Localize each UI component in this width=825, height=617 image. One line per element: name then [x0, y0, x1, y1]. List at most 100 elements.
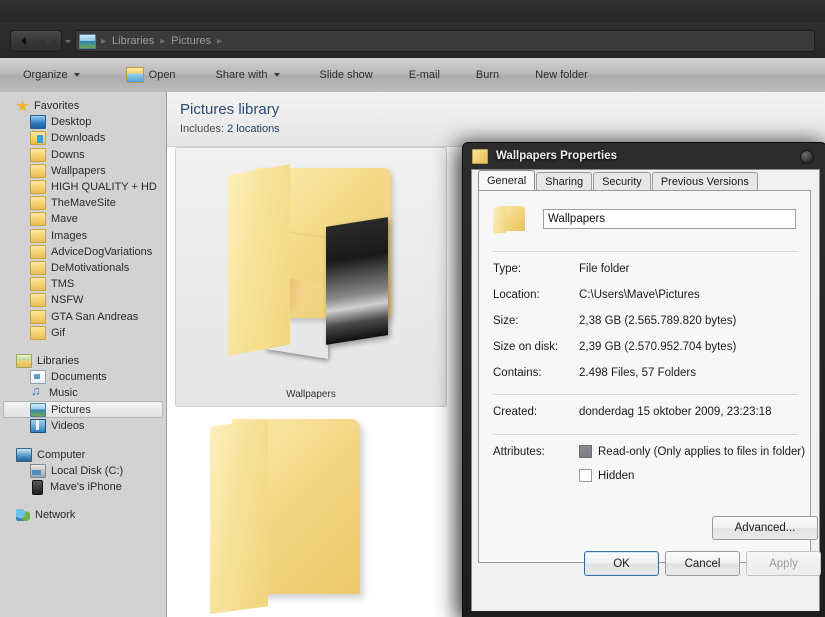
toolbar-open-label: Open: [148, 69, 176, 81]
sidebar-group-libraries[interactable]: Libraries: [0, 353, 166, 369]
toolbar-burn-button[interactable]: Burn: [467, 63, 508, 87]
sidebar-item-maves-iphone[interactable]: Mave's iPhone: [0, 479, 166, 495]
folder-front: [228, 164, 290, 356]
ok-button[interactable]: OK: [584, 551, 659, 576]
toolbar-slide-show-label: Slide show: [319, 69, 373, 81]
sidebar-item-high-quality-hd[interactable]: HIGH QUALITY + HD: [0, 179, 166, 195]
apply-button[interactable]: Apply: [746, 551, 821, 576]
ok-button-label: OK: [613, 557, 630, 570]
property-value: 2,39 GB (2.570.952.704 bytes): [579, 341, 737, 353]
folder-icon: [30, 325, 46, 340]
folder-name-input[interactable]: [543, 209, 796, 229]
tab-sharing-label: Sharing: [545, 176, 584, 188]
nav-buttons-group[interactable]: [10, 30, 62, 52]
property-key: Location:: [493, 289, 540, 301]
sidebar-group-network[interactable]: Network: [0, 507, 166, 523]
open-folder-icon: [125, 67, 144, 83]
cancel-button[interactable]: Cancel: [665, 551, 740, 576]
chevron-down-icon: [273, 73, 280, 77]
cancel-button-label: Cancel: [684, 557, 721, 570]
back-icon[interactable]: [21, 37, 26, 45]
sidebar-item-downloads[interactable]: Downloads: [0, 130, 166, 146]
toolbar-new-folder-button[interactable]: New folder: [526, 63, 597, 87]
hidden-checkbox[interactable]: [579, 469, 592, 482]
tab-sharing[interactable]: Sharing: [536, 172, 593, 191]
library-includes-value[interactable]: 2 locations: [227, 123, 280, 135]
breadcrumb-item-pictures[interactable]: Pictures: [168, 35, 214, 47]
sidebar-item-label: HIGH QUALITY + HD: [51, 181, 157, 194]
sidebar-item-mave[interactable]: Mave: [0, 211, 166, 227]
sidebar-item-advicedogvariations[interactable]: AdviceDogVariations: [0, 244, 166, 260]
page-title: Pictures library: [180, 101, 280, 118]
sidebar-group-network-label: Network: [35, 509, 76, 522]
sidebar-item-label: Music: [49, 387, 78, 400]
videos-icon: [30, 419, 46, 434]
properties-dialog[interactable]: Wallpapers Properties General Sharing Se…: [462, 142, 825, 617]
property-key: Size on disk:: [493, 341, 559, 353]
navigation-pane[interactable]: Favorites Desktop Downloads Downs Wallpa…: [0, 92, 167, 617]
sidebar-group-computer[interactable]: Computer: [0, 447, 166, 463]
sidebar-group-favorites[interactable]: Favorites: [0, 98, 166, 114]
readonly-checkbox-row[interactable]: Read-only (Only applies to files in fold…: [579, 445, 805, 458]
property-key: Created:: [493, 406, 538, 418]
list-item[interactable]: Wallpapers: [175, 147, 447, 407]
sidebar-item-nsfw[interactable]: NSFW: [0, 292, 166, 308]
sidebar-item-local-disk-c[interactable]: Local Disk (C:): [0, 463, 166, 479]
sidebar-item-gif[interactable]: Gif: [0, 325, 166, 341]
sidebar-item-label: TheMaveSite: [51, 197, 116, 210]
sidebar-item-themavesite[interactable]: TheMaveSite: [0, 195, 166, 211]
sidebar-item-desktop[interactable]: Desktop: [0, 114, 166, 130]
property-value: donderdag 15 oktober 2009, 23:23:18: [579, 406, 772, 418]
library-includes-label: Includes:: [180, 123, 225, 135]
window-titlebar: [0, 0, 825, 22]
property-key: Type:: [493, 263, 522, 275]
sidebar-item-label: Pictures: [51, 403, 91, 416]
divider: [493, 394, 798, 396]
advanced-button[interactable]: Advanced...: [712, 516, 818, 540]
toolbar-new-folder-label: New folder: [535, 69, 588, 81]
toolbar-share-with-button[interactable]: Share with: [207, 63, 289, 87]
advanced-button-label: Advanced...: [734, 522, 796, 534]
list-item[interactable]: [175, 409, 445, 617]
sidebar-item-documents[interactable]: Documents: [0, 369, 166, 385]
toolbar-burn-label: Burn: [475, 69, 500, 81]
breadcrumb-separator: ▸: [217, 35, 223, 47]
toolbar-slide-show-button[interactable]: Slide show: [311, 63, 382, 87]
tab-previous-versions[interactable]: Previous Versions: [651, 172, 758, 191]
sidebar-item-label: GTA San Andreas: [51, 310, 139, 323]
sidebar-item-wallpapers[interactable]: Wallpapers: [0, 163, 166, 179]
breadcrumb-item-libraries[interactable]: Libraries: [109, 35, 157, 47]
sidebar-item-videos[interactable]: Videos: [0, 418, 166, 434]
tab-security[interactable]: Security: [593, 172, 651, 191]
toolbar-organize-label: Organize: [23, 69, 68, 81]
close-icon[interactable]: [800, 150, 814, 164]
toolbar-organize-button[interactable]: Organize: [14, 63, 89, 87]
star-icon: [16, 99, 29, 112]
sidebar-item-demotivationals[interactable]: DeMotivationals: [0, 260, 166, 276]
toolbar-share-with-label: Share with: [215, 69, 268, 81]
forward-icon[interactable]: [46, 37, 51, 45]
address-bar[interactable]: ▸ Libraries ▸ Pictures ▸: [75, 30, 815, 52]
sidebar-group-libraries-label: Libraries: [37, 354, 80, 367]
property-value: 2,38 GB (2.565.789.820 bytes): [579, 315, 737, 327]
toolbar-email-button[interactable]: E-mail: [400, 63, 449, 87]
folder-front: [493, 206, 506, 234]
dialog-titlebar[interactable]: Wallpapers Properties: [463, 143, 825, 169]
sidebar-item-label: Downloads: [51, 132, 106, 145]
tab-general[interactable]: General: [478, 170, 536, 191]
sidebar-group-computer-label: Computer: [37, 448, 86, 461]
readonly-checkbox[interactable]: [579, 445, 592, 458]
sidebar-item-tms[interactable]: TMS: [0, 276, 166, 292]
sidebar-item-music[interactable]: Music: [0, 384, 166, 401]
sidebar-item-downs[interactable]: Downs: [0, 147, 166, 163]
hidden-checkbox-row[interactable]: Hidden: [579, 469, 634, 482]
sidebar-item-gta-san-andreas[interactable]: GTA San Andreas: [0, 308, 166, 324]
recent-pages-button[interactable]: [64, 38, 71, 44]
toolbar-open-button[interactable]: Open: [117, 63, 185, 87]
folder-icon: [30, 228, 46, 243]
sidebar-item-label: AdviceDogVariations: [51, 245, 153, 258]
sidebar-item-pictures[interactable]: Pictures: [3, 401, 163, 419]
property-key: Size:: [493, 315, 519, 327]
sidebar-item-images[interactable]: Images: [0, 228, 166, 244]
